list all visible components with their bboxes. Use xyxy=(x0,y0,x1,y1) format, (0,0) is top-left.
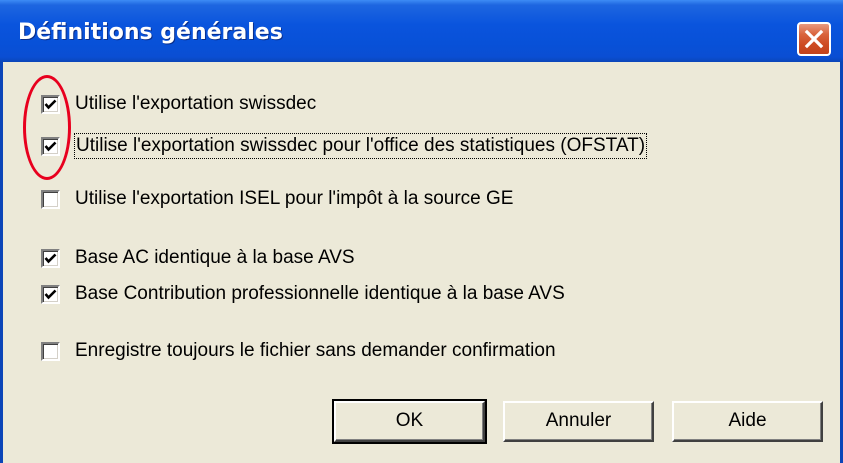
option-base-contribution[interactable]: Base Contribution professionnelle identi… xyxy=(41,283,631,307)
window-title: Définitions générales xyxy=(18,20,283,45)
close-icon xyxy=(804,29,824,49)
checkbox-base-contribution[interactable] xyxy=(41,285,60,304)
checkbox-isel-export[interactable] xyxy=(41,190,60,209)
ok-button[interactable]: OK xyxy=(332,399,487,444)
option-label-focused: Utilise l'exportation swissdec pour l'of… xyxy=(73,133,648,159)
checkmark-icon xyxy=(44,99,57,110)
checkmark-icon xyxy=(44,253,57,264)
option-label: Base AC identique à la base AVS xyxy=(75,247,355,268)
window-frame-left xyxy=(0,62,3,463)
option-base-ac[interactable]: Base AC identique à la base AVS xyxy=(41,247,401,271)
annotation-circle xyxy=(23,75,71,180)
help-button[interactable]: Aide xyxy=(672,401,823,442)
checkmark-icon xyxy=(44,289,57,300)
checkbox-base-ac[interactable] xyxy=(41,249,60,268)
option-save-without-confirmation[interactable]: Enregistre toujours le fichier sans dema… xyxy=(41,340,641,364)
option-label: Utilise l'exportation swissdec xyxy=(75,93,317,114)
option-label: Utilise l'exportation ISEL pour l'impôt … xyxy=(75,188,514,209)
close-button[interactable] xyxy=(797,22,831,56)
checkbox-swissdec-export[interactable] xyxy=(41,95,60,114)
option-isel-export[interactable]: Utilise l'exportation ISEL pour l'impôt … xyxy=(41,188,581,212)
option-swissdec-export[interactable]: Utilise l'exportation swissdec xyxy=(41,93,371,117)
checkbox-swissdec-ofstat[interactable] xyxy=(41,137,60,156)
option-label: Base Contribution professionnelle identi… xyxy=(75,283,565,304)
option-swissdec-ofstat[interactable]: Utilise l'exportation swissdec pour l'of… xyxy=(41,133,721,159)
option-label: Enregistre toujours le fichier sans dema… xyxy=(75,340,556,361)
title-bar[interactable]: Définitions générales xyxy=(0,0,843,62)
checkbox-save-without-confirmation[interactable] xyxy=(41,342,60,361)
dialog-window: Définitions générales Utilise l'exportat… xyxy=(0,0,843,463)
checkmark-icon xyxy=(44,141,57,152)
cancel-button[interactable]: Annuler xyxy=(503,401,654,442)
